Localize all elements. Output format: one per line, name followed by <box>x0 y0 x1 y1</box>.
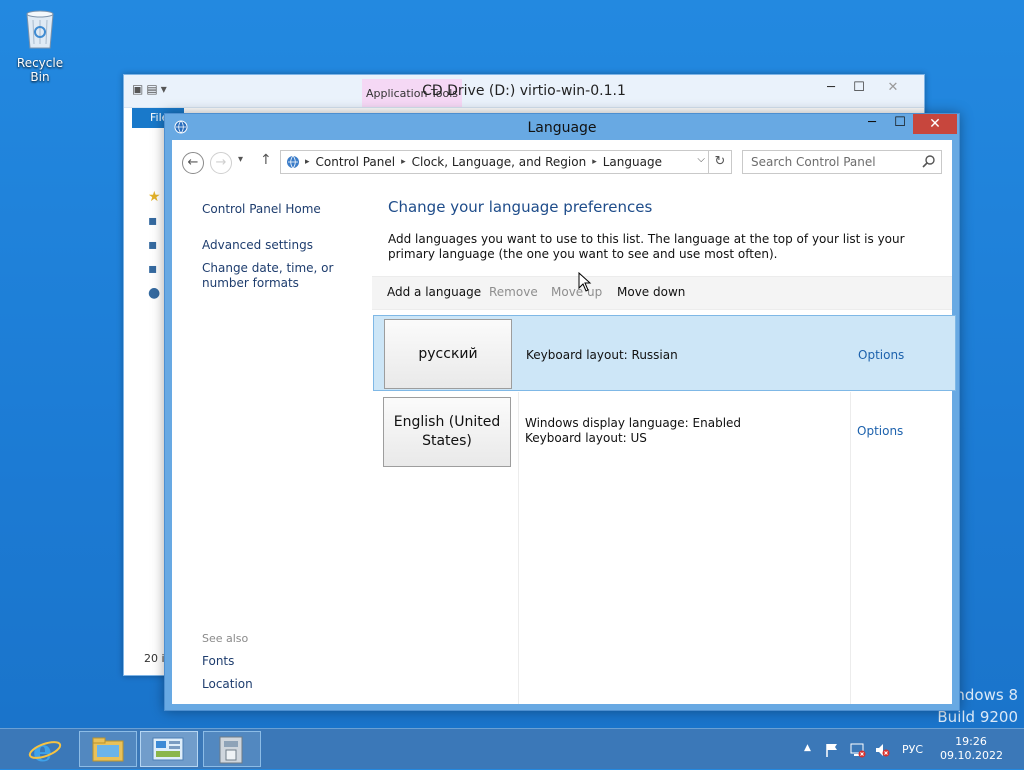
language-name-tile[interactable]: English (United States) <box>383 397 511 467</box>
system-clock[interactable]: 19:26 09.10.2022 <box>940 735 1003 763</box>
show-hidden-icons-button[interactable]: ▲ <box>804 743 811 753</box>
network-status-icon[interactable] <box>850 742 866 758</box>
control-panel-taskbar-button[interactable] <box>140 731 198 767</box>
bg-minimize-button[interactable]: ─ <box>816 79 846 99</box>
move-down-button[interactable]: Move down <box>617 285 685 299</box>
remove-button[interactable]: Remove <box>489 285 538 299</box>
location-link[interactable]: Location <box>202 677 372 692</box>
language-detail: Windows display language: Enabled <box>525 416 742 430</box>
navigation-bar: ← → ▾ ↑ ▸ Control Panel ▸ Clock, Languag… <box>172 140 952 182</box>
move-up-button[interactable]: Move up <box>551 285 602 299</box>
control-panel-home-link[interactable]: Control Panel Home <box>202 202 372 217</box>
svg-text:e: e <box>33 734 52 767</box>
internet-explorer-icon: e <box>28 734 62 769</box>
breadcrumb-control-panel[interactable]: Control Panel <box>310 155 402 169</box>
window-client-area: ← → ▾ ↑ ▸ Control Panel ▸ Clock, Languag… <box>172 140 956 704</box>
recycle-bin-icon <box>23 6 57 50</box>
advanced-settings-link[interactable]: Advanced settings <box>202 238 372 253</box>
close-button[interactable]: ✕ <box>913 114 957 134</box>
up-button[interactable]: ↑ <box>260 152 272 168</box>
window-title: Language <box>527 120 597 136</box>
minimize-button[interactable]: ─ <box>859 114 885 134</box>
recycle-bin-label: Recycle Bin <box>16 56 64 84</box>
options-link-english[interactable]: Options <box>857 424 903 438</box>
address-bar[interactable]: ▸ Control Panel ▸ Clock, Language, and R… <box>280 150 732 174</box>
taskbar: e ▲ РУС 19:26 09.10.2022 <box>0 728 1024 769</box>
address-history-dropdown[interactable]: ⌵ <box>697 154 705 165</box>
breadcrumb-clock-language-region[interactable]: Clock, Language, and Region <box>406 155 593 169</box>
action-center-flag-icon[interactable] <box>824 742 840 758</box>
refresh-button[interactable]: ↻ <box>708 151 731 173</box>
change-date-time-link[interactable]: Change date, time, or number formats <box>202 261 367 291</box>
installer-icon <box>219 736 243 764</box>
forward-button[interactable]: → <box>210 152 232 174</box>
add-language-button[interactable]: Add a language <box>387 285 481 299</box>
bg-status-bar: 20 i <box>144 652 165 665</box>
recycle-bin-shortcut[interactable]: Recycle Bin <box>6 6 74 84</box>
recent-locations-button[interactable]: ▾ <box>238 154 243 165</box>
breadcrumb-language[interactable]: Language <box>597 155 668 169</box>
language-name-tile[interactable]: русский <box>384 319 512 389</box>
bg-maximize-button[interactable]: ☐ <box>844 79 874 99</box>
fonts-link[interactable]: Fonts <box>202 654 372 669</box>
control-panel-icon <box>152 737 184 761</box>
bg-titlebar[interactable]: ▣▤▾ Application Tools CD Drive (D:) virt… <box>124 75 924 108</box>
language-item-english[interactable]: English (United States) Windows display … <box>373 394 956 470</box>
clock-date: 09.10.2022 <box>940 749 1003 762</box>
internet-explorer-button[interactable]: e <box>16 731 74 769</box>
see-also-heading: See also <box>202 632 249 645</box>
control-panel-icon <box>285 154 305 170</box>
clock-time: 19:26 <box>955 735 987 748</box>
options-link-russian[interactable]: Options <box>858 348 904 362</box>
page-title: Change your language preferences <box>388 198 653 216</box>
bg-window-title: CD Drive (D:) virtio-win-0.1.1 <box>422 83 626 99</box>
page-description: Add languages you want to use to this li… <box>388 232 905 261</box>
folder-icon <box>92 737 124 762</box>
volume-muted-icon[interactable] <box>874 742 890 758</box>
back-button[interactable]: ← <box>182 152 204 174</box>
language-detail: Keyboard layout: Russian <box>526 348 678 362</box>
bg-close-button[interactable]: ✕ <box>878 79 908 99</box>
search-input[interactable]: Search Control Panel <box>742 150 942 174</box>
input-language-indicator[interactable]: РУС <box>902 743 923 756</box>
language-window[interactable]: Language ─ ☐ ✕ ← → ▾ ↑ ▸ Control Panel ▸ <box>164 113 960 711</box>
language-toolbar: Add a language Remove Move up Move down <box>372 276 952 310</box>
search-icon[interactable] <box>922 154 936 168</box>
language-item-russian[interactable]: русский Keyboard layout: Russian Options <box>373 315 956 391</box>
maximize-button[interactable]: ☐ <box>887 114 913 134</box>
window-titlebar[interactable]: Language ─ ☐ ✕ <box>165 114 959 140</box>
language-detail: Keyboard layout: US <box>525 431 647 445</box>
installer-taskbar-button[interactable] <box>203 731 261 767</box>
mouse-cursor-icon <box>578 271 592 292</box>
left-pane: Control Panel Home Advanced settings Cha… <box>172 182 372 704</box>
file-explorer-button[interactable] <box>79 731 137 767</box>
